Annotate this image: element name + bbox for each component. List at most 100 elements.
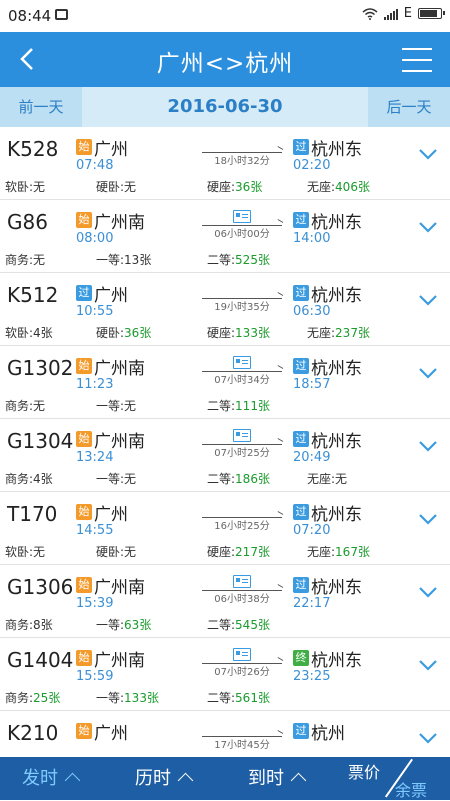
departure-station-badge: 始	[76, 212, 92, 228]
duration: 18小时32分	[214, 156, 270, 167]
seat-class: 商务:	[5, 691, 34, 705]
train-list[interactable]: K528 始广州 07:48 18小时32分过杭州东 02:20 软卧:无 硬卧:无 硬座:3…	[0, 127, 450, 757]
seat-info: 一等:133张	[96, 689, 159, 706]
train-row[interactable]: G1304 始广州南 13:24 07小时25分过杭州东 20:49 商务:4张 一等:无二…	[0, 419, 450, 492]
train-row[interactable]: G1302 始广州南 11:23 07小时34分过杭州东 18:57 商务:无 一等:无 二等…	[0, 346, 450, 419]
duration: 19小时35分	[214, 302, 270, 313]
seat-count: 217张	[235, 545, 270, 559]
chevron-up-icon	[290, 772, 307, 789]
seat-class: 商务:	[5, 472, 34, 486]
sort-duration-tab[interactable]: 历时	[135, 757, 194, 800]
seat-info: 软卧:无	[5, 178, 45, 195]
current-date[interactable]: 2016-06-30	[82, 87, 368, 127]
chevron-down-icon[interactable]	[418, 220, 438, 234]
train-row[interactable]: K512 过广州 10:55 19小时35分过杭州东 06:30 软卧:4张 硬卧:36张硬…	[0, 273, 450, 346]
seat-info: 一等:13张	[96, 251, 151, 268]
train-row[interactable]: G1404 始广州南 15:59 07小时26分 终杭州东 23:25 商务:25张 一等:1…	[0, 638, 450, 711]
seat-class: 软卧:	[5, 545, 34, 559]
seat-count: 133张	[235, 326, 270, 340]
chevron-down-icon[interactable]	[418, 439, 438, 453]
departure-station-badge: 始	[76, 723, 92, 739]
seat-info: 硬卧:无	[96, 543, 136, 560]
seat-info: 商务:25张	[5, 689, 60, 706]
battery-icon	[418, 8, 445, 19]
seat-count: 186张	[235, 472, 270, 486]
duration-block: 16小时25分	[200, 498, 284, 532]
app-header: 广州<>杭州	[0, 32, 450, 87]
sort-arrival-label: 到时	[248, 768, 284, 789]
seat-class: 二等:	[207, 472, 236, 486]
arrival-time: 22:17	[293, 596, 331, 611]
chevron-down-icon[interactable]	[418, 585, 438, 599]
departure-station: 广州南	[94, 578, 145, 598]
duration: 17小时45分	[214, 740, 270, 751]
train-row[interactable]: K528 始广州 07:48 18小时32分过杭州东 02:20 软卧:无 硬卧:无 硬座:3…	[0, 127, 450, 200]
prev-day-button[interactable]: 前一天	[0, 87, 82, 127]
price-remaining-toggle[interactable]: 票价 余票	[346, 757, 450, 800]
seat-count: 561张	[235, 691, 270, 705]
next-day-button[interactable]: 后一天	[368, 87, 450, 127]
train-number: G1306	[7, 575, 74, 599]
departure-station-badge: 过	[76, 285, 92, 301]
train-number: K512	[7, 283, 59, 307]
duration-block: 07小时25分	[200, 425, 284, 459]
seat-info: 硬座:133张	[207, 324, 270, 341]
arrival-time: 23:25	[293, 669, 331, 684]
chevron-down-icon[interactable]	[418, 366, 438, 380]
seat-class: 一等:	[96, 399, 125, 413]
train-row[interactable]: T170 始广州 14:55 16小时25分过杭州东 07:20 软卧:无 硬卧:无 硬座:2…	[0, 492, 450, 565]
seat-info: 二等:186张	[207, 470, 270, 487]
arrival-station: 杭州东	[311, 578, 362, 598]
arrival-station-badge: 终	[293, 650, 309, 666]
train-number: G1304	[7, 429, 74, 453]
sort-departure-tab[interactable]: 发时	[22, 757, 81, 800]
arrival-station: 杭州	[311, 724, 345, 744]
wifi-icon	[362, 7, 378, 20]
departure-time: 08:00	[76, 231, 114, 246]
seat-class: 软卧:	[5, 180, 34, 194]
departure-time: 14:55	[76, 523, 114, 538]
seat-count: 无	[335, 472, 348, 486]
menu-icon[interactable]	[402, 48, 432, 72]
seat-count: 237张	[335, 326, 370, 340]
train-row[interactable]: K210 始广州 17小时45分 过杭州	[0, 711, 450, 757]
arrival-station-badge: 过	[293, 358, 309, 374]
departure-station: 广州	[94, 286, 128, 306]
screenshot-icon	[55, 9, 68, 20]
chevron-down-icon[interactable]	[418, 731, 438, 745]
chevron-down-icon[interactable]	[418, 512, 438, 526]
status-bar: 08:44 E	[0, 0, 450, 32]
departure-station: 广州	[94, 140, 128, 160]
seat-info: 二等:561张	[207, 689, 270, 706]
seat-count: 无	[33, 399, 46, 413]
eticket-icon	[233, 648, 251, 661]
seat-class: 一等:	[96, 618, 125, 632]
arrival-station: 杭州东	[311, 286, 362, 306]
seat-class: 二等:	[207, 691, 236, 705]
seat-info: 硬卧:36张	[96, 324, 151, 341]
seat-class: 软卧:	[5, 326, 34, 340]
page-title: 广州<>杭州	[156, 51, 294, 77]
eticket-icon	[233, 429, 251, 442]
status-time: 08:44	[8, 7, 52, 25]
duration-block: 07小时34分	[200, 352, 284, 386]
train-row[interactable]: G1306 始广州南 15:39 06小时38分 过杭州东 22:17 商务:8张 一等:63…	[0, 565, 450, 638]
seat-count: 无	[124, 399, 137, 413]
seat-class: 一等:	[96, 253, 125, 267]
arrival-time: 18:57	[293, 377, 331, 392]
chevron-down-icon[interactable]	[418, 658, 438, 672]
seat-class: 硬座:	[207, 545, 236, 559]
seat-info: 软卧:无	[5, 543, 45, 560]
chevron-down-icon[interactable]	[418, 293, 438, 307]
duration: 06小时00分	[214, 229, 270, 240]
arrival-station-badge: 过	[293, 431, 309, 447]
seat-class: 商务:	[5, 253, 34, 267]
train-row[interactable]: G86 始广州南 08:00 06小时00分 过杭州东 14:00 商务:无 一等:13张 二等…	[0, 200, 450, 273]
chevron-down-icon[interactable]	[418, 147, 438, 161]
sort-arrival-tab[interactable]: 到时	[248, 757, 307, 800]
seat-class: 无座:	[307, 472, 336, 486]
departure-station-badge: 始	[76, 650, 92, 666]
departure-station-badge: 始	[76, 577, 92, 593]
signal-icon	[383, 8, 398, 20]
arrival-time: 14:00	[293, 231, 331, 246]
